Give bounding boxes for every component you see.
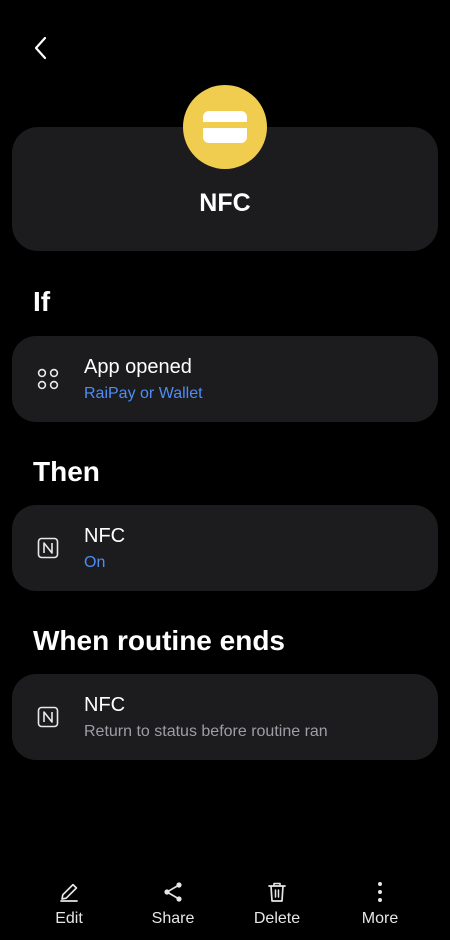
then-section-title: Then bbox=[33, 456, 100, 487]
nfc-icon bbox=[36, 536, 60, 560]
ends-section-title: When routine ends bbox=[33, 625, 285, 656]
pencil-icon bbox=[57, 880, 81, 904]
more-vertical-icon bbox=[368, 880, 392, 904]
share-icon bbox=[161, 880, 185, 904]
delete-label: Delete bbox=[253, 910, 301, 927]
if-section-title: If bbox=[33, 286, 51, 317]
trash-icon bbox=[265, 880, 289, 904]
bottom-action-bar: Edit Share Delete More bbox=[0, 876, 450, 940]
share-label: Share bbox=[151, 910, 195, 927]
edit-button[interactable]: Edit bbox=[24, 880, 114, 936]
more-button[interactable]: More bbox=[335, 880, 425, 936]
then-action-subtitle: On bbox=[84, 554, 106, 571]
routine-icon bbox=[183, 85, 267, 169]
end-action-subtitle: Return to status before routine ran bbox=[84, 723, 328, 740]
nfc-icon bbox=[36, 705, 60, 729]
end-action-card[interactable]: NFC Return to status before routine ran bbox=[12, 674, 438, 760]
if-condition-subtitle: RaiPay or Wallet bbox=[84, 385, 203, 402]
apps-icon bbox=[36, 367, 60, 391]
edit-label: Edit bbox=[55, 910, 83, 927]
then-action-card[interactable]: NFC On bbox=[12, 505, 438, 591]
back-arrow-icon bbox=[34, 36, 47, 60]
then-action-title: NFC bbox=[84, 525, 126, 547]
more-label: More bbox=[361, 910, 399, 927]
if-condition-card[interactable]: App opened RaiPay or Wallet bbox=[12, 336, 438, 422]
if-condition-title: App opened bbox=[84, 356, 192, 378]
routine-title: NFC bbox=[199, 189, 251, 217]
back-button[interactable] bbox=[24, 30, 60, 66]
delete-button[interactable]: Delete bbox=[232, 880, 322, 936]
card-icon bbox=[203, 111, 247, 143]
end-action-title: NFC bbox=[84, 694, 126, 716]
share-button[interactable]: Share bbox=[128, 880, 218, 936]
